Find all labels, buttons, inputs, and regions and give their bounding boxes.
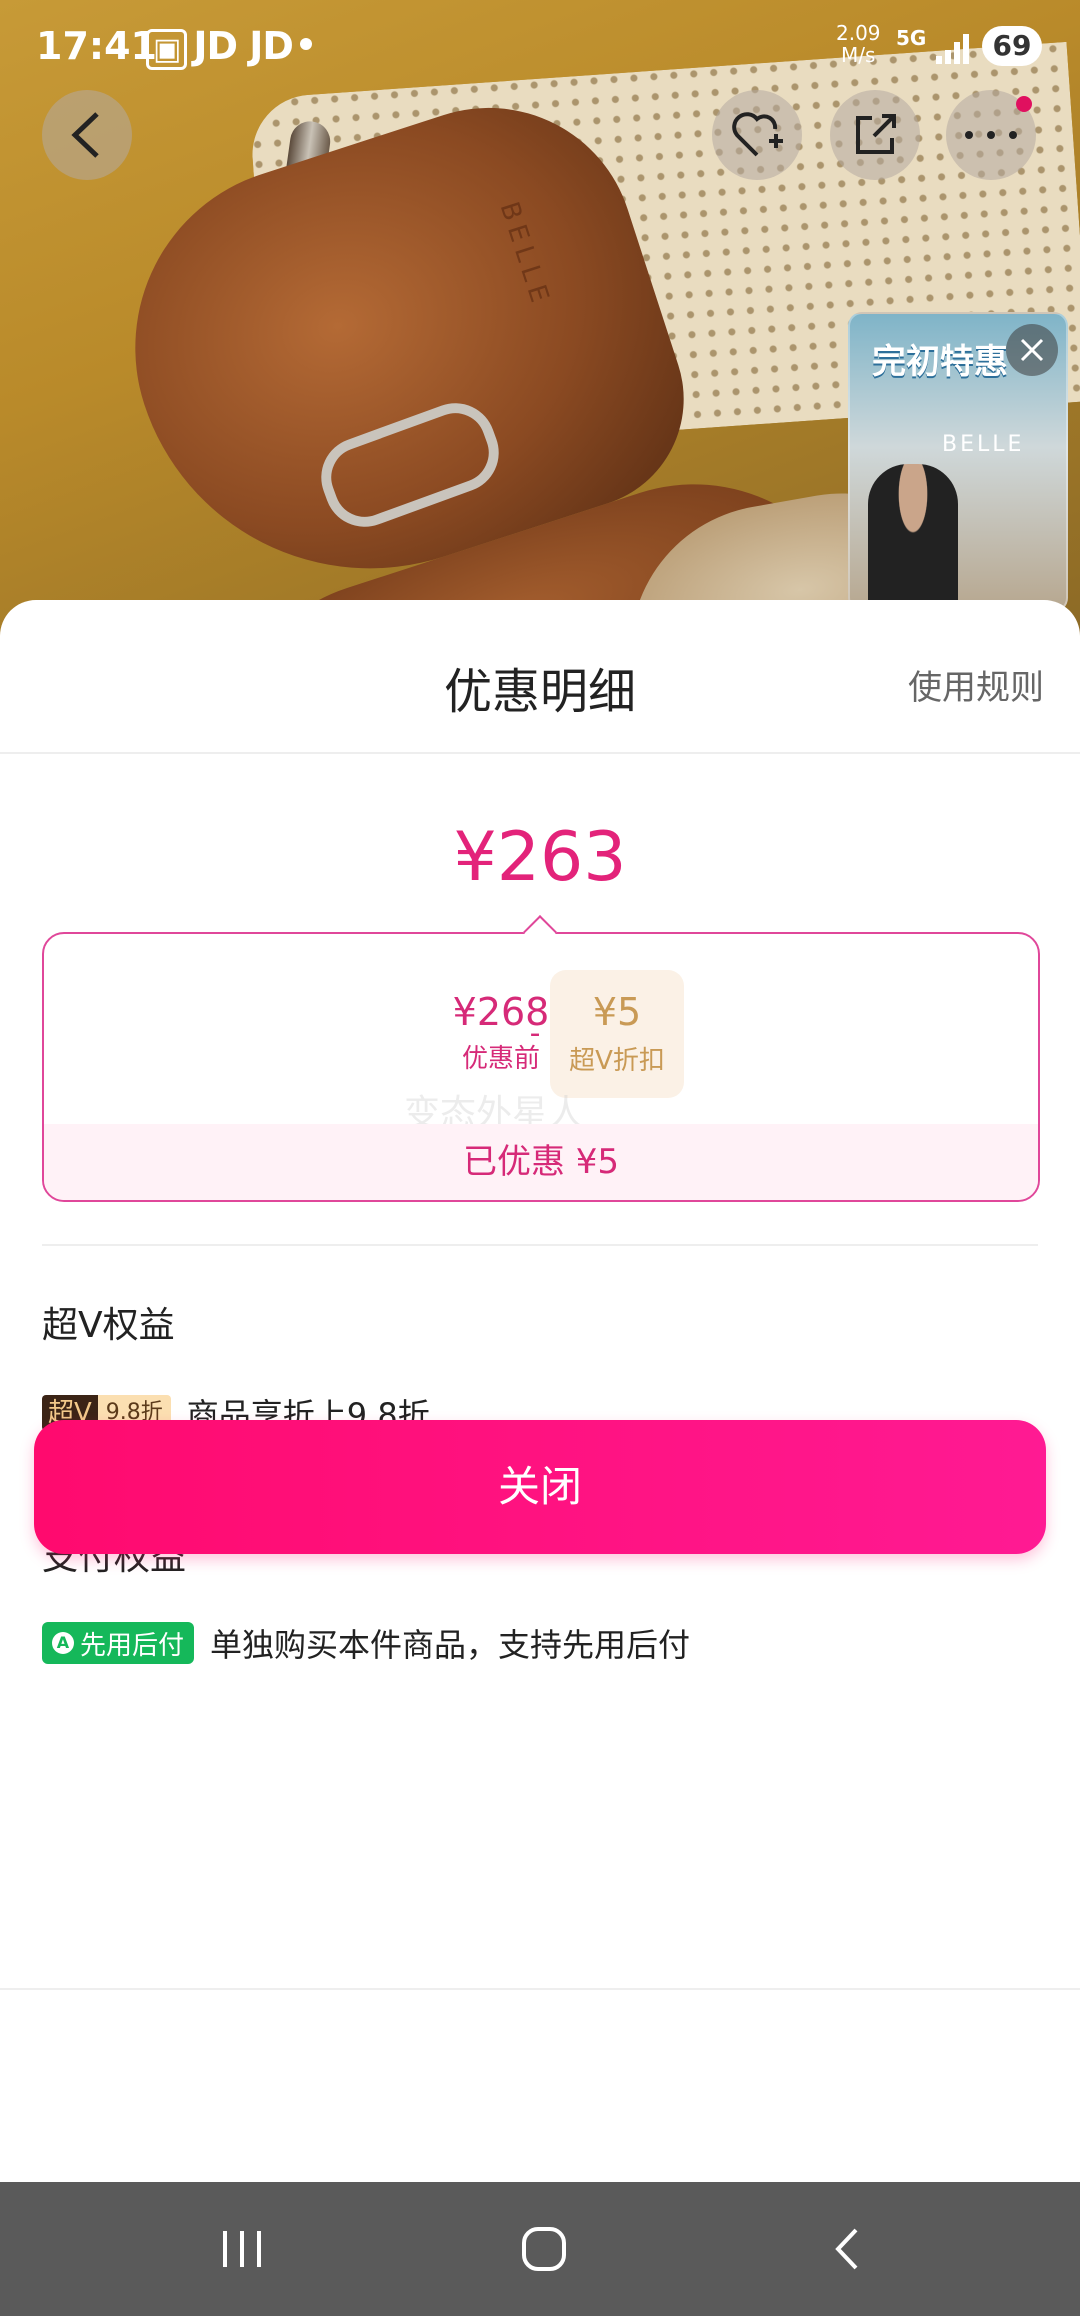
close-button[interactable]: 关闭 [34,1420,1046,1554]
live-close-button[interactable] [1006,324,1058,376]
discount-label: 超V折扣 [569,1046,665,1076]
footer-divider [0,1988,1080,1990]
home-icon [522,2227,566,2271]
live-brand-text: BELLE [942,432,1025,457]
pay-benefit-text: 单独购买本件商品，支持先用后付 [210,1626,691,1664]
back-button[interactable] [42,90,132,180]
recent-apps-icon [223,2231,261,2267]
status-bar: 17:41 ▣ JD JD 2.09 M/s 5G 69 [0,0,1080,90]
speed-unit: M/s [841,43,876,67]
battery-indicator: 69 [982,26,1042,66]
section-divider [42,1244,1038,1246]
more-badge-dot [1016,96,1032,112]
share-button[interactable] [830,90,920,180]
system-navigation-bar [0,2182,1080,2316]
home-button[interactable] [484,2182,604,2316]
network-type: 5G [896,26,927,50]
svip-section-title: 超V权益 [42,1305,175,1346]
carrier-text: JD JD [193,24,294,68]
header-divider [0,752,1080,754]
notification-dot [300,38,312,50]
final-price: ¥263 [453,818,627,897]
recent-apps-button[interactable] [182,2182,302,2316]
price-calculation-box: ¥268 优惠前 - ¥5 超V折扣 变态外星人 已优惠 ¥5 [42,932,1040,1202]
usage-rules-link[interactable]: 使用规则 [908,660,1044,709]
pay-benefit-row: A 先用后付 单独购买本件商品，支持先用后付 [42,1620,690,1666]
close-icon [1020,338,1044,362]
minus-sign: - [529,1016,541,1051]
pay-later-icon: A [52,1632,74,1654]
share-icon [856,114,896,154]
live-banner-text: 完初特惠 [872,342,1008,382]
more-dots-icon [965,131,1017,139]
status-time: 17:41 [36,24,157,68]
signal-icon [936,32,972,64]
status-carrier: ▣ JD JD [146,24,294,70]
heart-plus-icon [732,112,783,157]
back-arrow-icon [71,112,99,158]
pay-later-badge: A 先用后付 [42,1622,195,1664]
speed-value: 2.09 [836,21,881,45]
nav-back-button[interactable] [786,2182,906,2316]
discount-detail-sheet: 优惠明细 使用规则 ¥263 ¥268 优惠前 - ¥5 超V折扣 变态外星人 … [0,600,1080,2182]
live-host-figure [868,464,958,610]
saved-amount: 已优惠 ¥5 [44,1124,1038,1200]
network-speed: 2.09 M/s [836,22,881,66]
discount-value: ¥5 [592,990,642,1034]
nav-back-icon [835,2228,858,2270]
pay-later-label: 先用后付 [80,1630,185,1661]
favorite-button[interactable] [712,90,802,180]
svip-discount-chip: ¥5 超V折扣 [550,970,684,1098]
screenshot-icon: ▣ [146,29,188,70]
live-stream-thumbnail[interactable]: 完初特惠 BELLE [848,312,1068,612]
